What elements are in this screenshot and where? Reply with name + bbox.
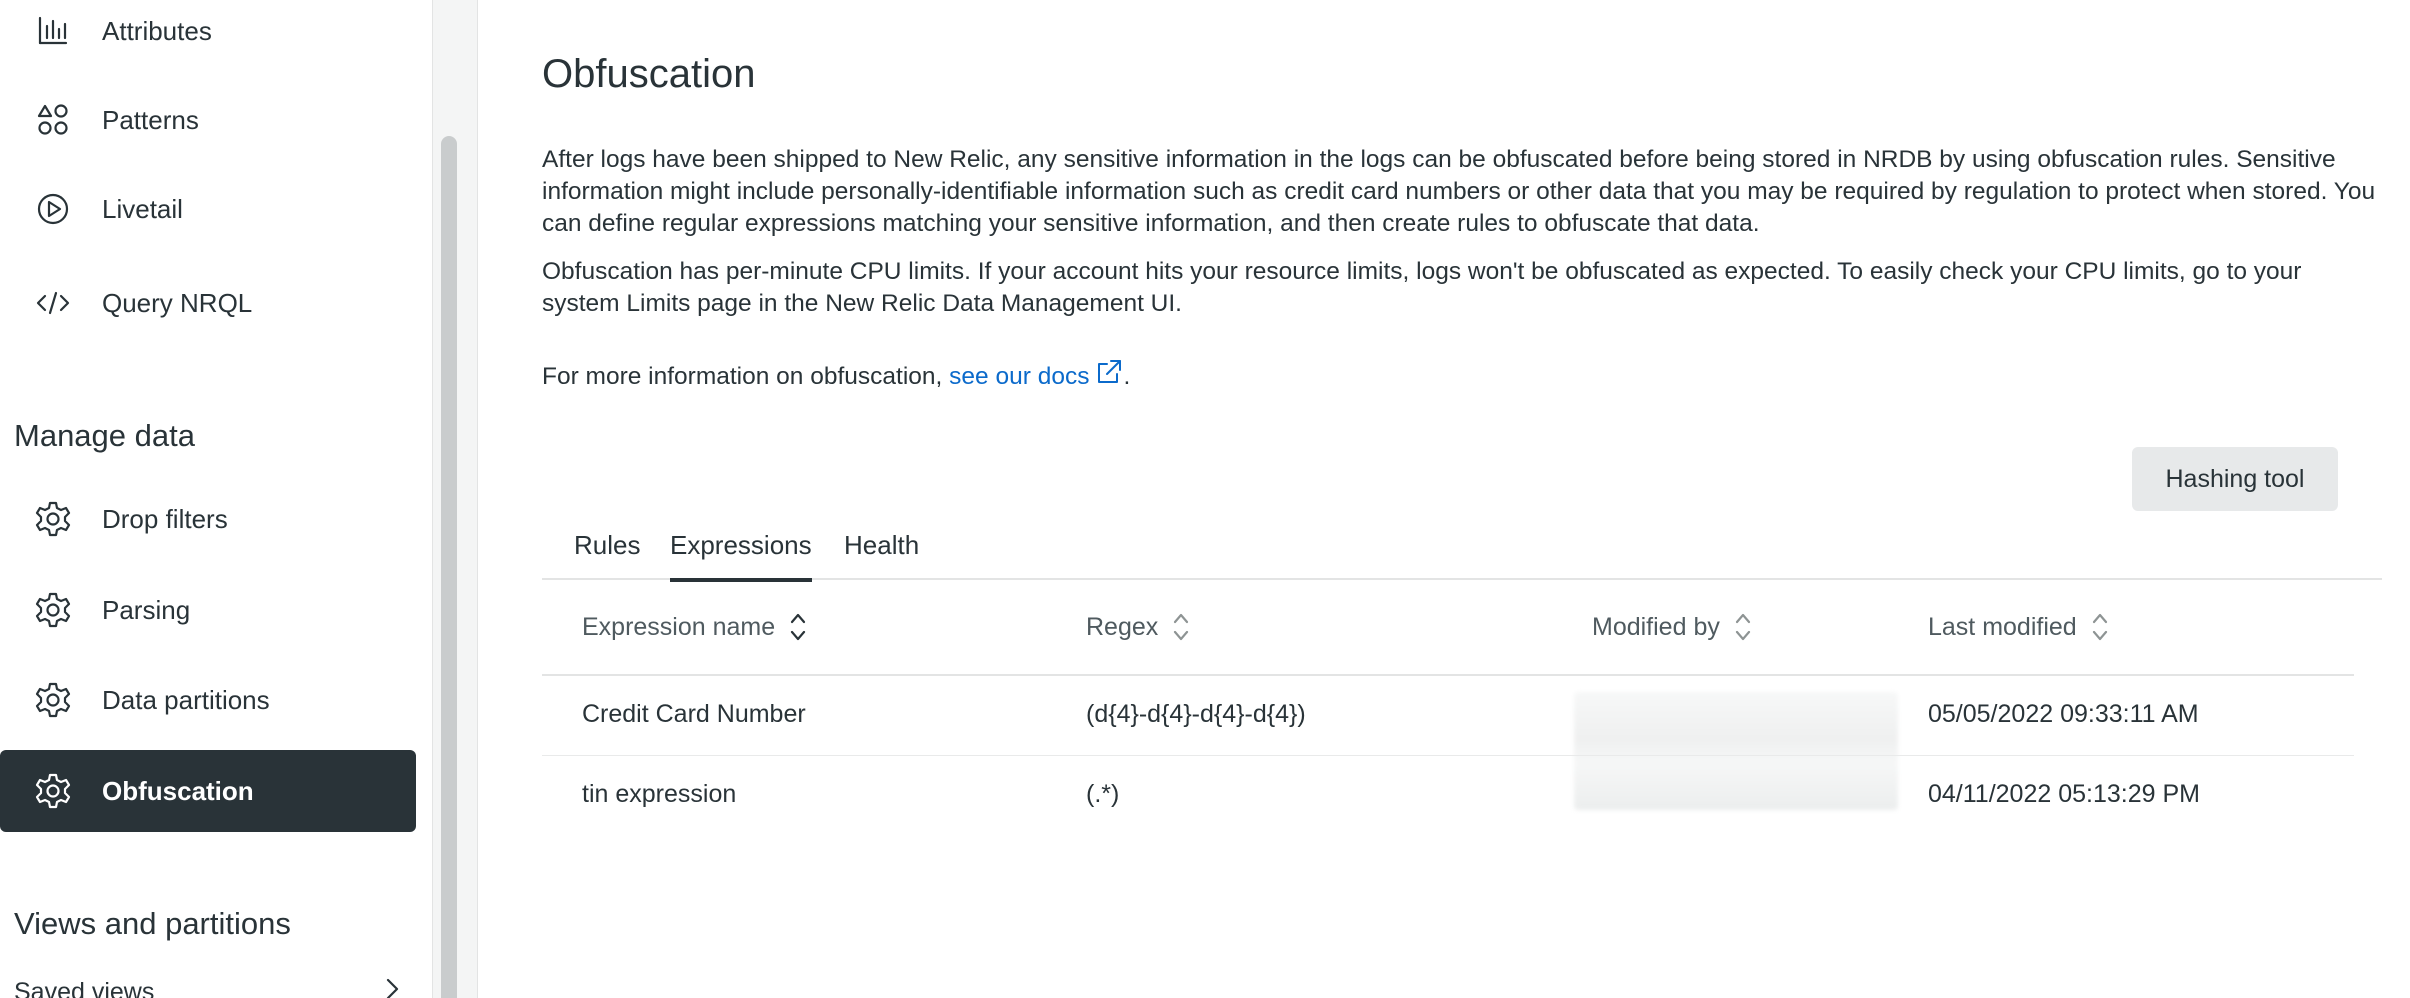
page-title: Obfuscation bbox=[542, 52, 756, 96]
column-header-last-modified[interactable]: Last modified bbox=[1928, 610, 2111, 644]
last-modified-cell: 05/05/2022 09:33:11 AM bbox=[1928, 700, 2199, 728]
sidebar-item-label: Parsing bbox=[102, 594, 191, 625]
sort-icon bbox=[2092, 613, 2107, 641]
tab-health[interactable]: Health bbox=[844, 530, 919, 580]
sidebar-item-parsing[interactable]: Parsing bbox=[0, 569, 416, 651]
sidebar-item-patterns[interactable]: Patterns bbox=[0, 79, 416, 161]
column-header-label: Expression name bbox=[582, 612, 776, 641]
shapes-icon bbox=[34, 101, 72, 139]
docs-prefix-text: For more information on obfuscation, bbox=[542, 363, 950, 390]
table-row[interactable]: tin expression (.*) 04/11/2022 05:13:29 … bbox=[542, 756, 2354, 836]
tab-expressions[interactable]: Expressions bbox=[670, 530, 812, 582]
tab-bar: Rules Expressions Health bbox=[542, 518, 2382, 582]
sidebar-item-label: Attributes bbox=[102, 15, 212, 46]
sidebar-scrollbar-thumb[interactable] bbox=[441, 136, 457, 998]
code-icon bbox=[34, 284, 72, 322]
docs-paragraph: For more information on obfuscation, see… bbox=[542, 358, 2382, 393]
sidebar-item-label: Data partitions bbox=[102, 684, 270, 715]
gear-icon bbox=[34, 591, 72, 629]
regex-cell: (d{4}-d{4}-d{4}-d{4}) bbox=[1086, 700, 1306, 728]
sidebar-item-label: Drop filters bbox=[102, 503, 228, 534]
table-header-row: Expression name Regex Modified by Last m… bbox=[542, 580, 2354, 676]
chevron-right-icon bbox=[380, 977, 404, 998]
column-header-modified-by[interactable]: Modified by bbox=[1592, 610, 1754, 644]
bar-chart-icon bbox=[34, 12, 72, 50]
see-our-docs-link[interactable]: see our docs bbox=[949, 360, 1123, 390]
sidebar-item-label: Livetail bbox=[102, 193, 183, 224]
sidebar-item-query-nrql[interactable]: Query NRQL bbox=[0, 262, 416, 344]
gear-icon bbox=[34, 681, 72, 719]
cpu-limits-paragraph: Obfuscation has per-minute CPU limits. I… bbox=[542, 258, 2302, 317]
column-header-label: Last modified bbox=[1928, 612, 2077, 641]
column-header-expression-name[interactable]: Expression name bbox=[582, 610, 809, 644]
hashing-tool-button[interactable]: Hashing tool bbox=[2132, 447, 2338, 511]
sidebar-item-label: Patterns bbox=[102, 104, 199, 135]
sidebar-item-label: Obfuscation bbox=[102, 775, 254, 806]
description-paragraph: After logs have been shipped to New Reli… bbox=[542, 146, 2376, 237]
sidebar-item-label: Query NRQL bbox=[102, 287, 253, 318]
play-circle-icon bbox=[34, 190, 72, 228]
sidebar-item-livetail[interactable]: Livetail bbox=[0, 168, 416, 250]
tab-rules[interactable]: Rules bbox=[574, 530, 640, 580]
app-window: Attributes Patterns Livetail Query NRQL … bbox=[0, 0, 2410, 998]
expression-name-cell: tin expression bbox=[582, 780, 737, 808]
sidebar-item-obfuscation[interactable]: Obfuscation bbox=[0, 750, 416, 832]
sidebar-item-label: Saved views bbox=[14, 977, 155, 998]
sidebar-item-saved-views[interactable]: Saved views bbox=[14, 972, 404, 998]
sort-icon bbox=[791, 613, 806, 641]
table-row[interactable]: Credit Card Number (d{4}-d{4}-d{4}-d{4})… bbox=[542, 676, 2354, 756]
docs-suffix-text: . bbox=[1123, 363, 1131, 390]
sidebar-item-attributes[interactable]: Attributes bbox=[0, 0, 416, 72]
section-title-views-and-partitions: Views and partitions bbox=[14, 906, 291, 941]
gear-icon bbox=[34, 500, 72, 538]
gear-icon bbox=[34, 772, 72, 810]
regex-cell: (.*) bbox=[1086, 780, 1120, 808]
sidebar-item-drop-filters[interactable]: Drop filters bbox=[0, 478, 416, 560]
column-header-label: Regex bbox=[1086, 612, 1159, 641]
column-header-regex[interactable]: Regex bbox=[1086, 610, 1192, 644]
docs-link-text: see our docs bbox=[949, 363, 1090, 390]
sidebar-item-data-partitions[interactable]: Data partitions bbox=[0, 659, 416, 741]
section-title-manage-data: Manage data bbox=[14, 418, 195, 453]
sort-icon bbox=[1735, 613, 1750, 641]
sort-icon bbox=[1174, 613, 1189, 641]
external-link-icon bbox=[1098, 360, 1122, 383]
main-content: Obfuscation After logs have been shipped… bbox=[478, 0, 2410, 998]
column-header-label: Modified by bbox=[1592, 612, 1720, 641]
sidebar: Attributes Patterns Livetail Query NRQL … bbox=[0, 0, 432, 998]
expression-name-cell: Credit Card Number bbox=[582, 700, 806, 728]
last-modified-cell: 04/11/2022 05:13:29 PM bbox=[1928, 780, 2200, 808]
